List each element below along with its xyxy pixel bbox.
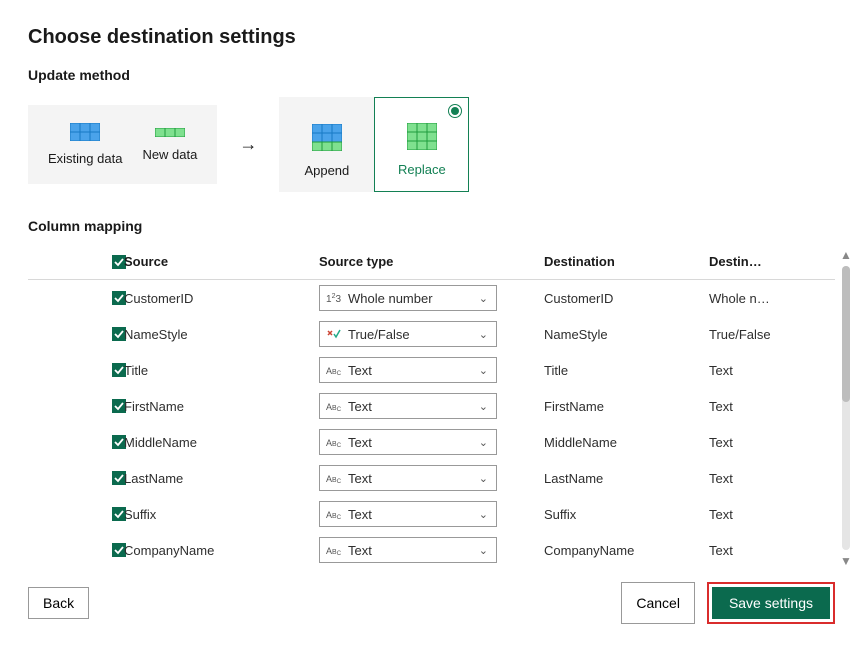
- row-green-icon: [155, 128, 185, 137]
- source-type-value: Text: [348, 471, 479, 486]
- chevron-down-icon: ⌄: [479, 508, 488, 521]
- svg-text:ABC: ABC: [326, 474, 342, 485]
- destination-type-cell: Text: [709, 507, 824, 522]
- destination-cell: Title: [544, 363, 709, 378]
- type-icon: ABC: [326, 435, 342, 449]
- arrow-right-icon: →: [239, 134, 257, 155]
- table-row: LastNameABCText⌄LastNameText: [28, 460, 835, 496]
- chevron-down-icon: ⌄: [479, 544, 488, 557]
- destination-type-cell: Text: [709, 435, 824, 450]
- table-row: NameStyleTrue/False⌄NameStyleTrue/False: [28, 316, 835, 352]
- chevron-down-icon: ⌄: [479, 400, 488, 413]
- source-type-value: Text: [348, 507, 479, 522]
- source-type-value: Text: [348, 435, 479, 450]
- destination-cell: CompanyName: [544, 543, 709, 558]
- highlight-box: Save settings: [707, 582, 835, 624]
- chevron-down-icon: ⌄: [479, 436, 488, 449]
- source-type-select[interactable]: ABC Text⌄: [319, 393, 497, 419]
- type-icon: ABC: [326, 543, 342, 557]
- destination-cell: Suffix: [544, 507, 709, 522]
- source-cell: LastName: [124, 471, 319, 486]
- source-type-select[interactable]: ABC Text⌄: [319, 357, 497, 383]
- source-type-select[interactable]: ABC Text⌄: [319, 465, 497, 491]
- existing-data-label: Existing data: [48, 151, 122, 166]
- table-blue-icon: [70, 123, 100, 141]
- chevron-down-icon: ⌄: [479, 472, 488, 485]
- svg-text:ABC: ABC: [326, 510, 342, 521]
- table-row: CompanyNameABCText⌄CompanyNameText: [28, 532, 835, 568]
- destination-type-cell: Text: [709, 471, 824, 486]
- destination-type-cell: Whole n…: [709, 291, 824, 306]
- scroll-down-icon[interactable]: ▼: [840, 554, 852, 568]
- svg-text:123: 123: [326, 293, 341, 305]
- svg-text:ABC: ABC: [326, 438, 342, 449]
- table-row: MiddleNameABCText⌄MiddleNameText: [28, 424, 835, 460]
- new-data-label: New data: [142, 147, 197, 162]
- col-source[interactable]: Source: [124, 254, 319, 269]
- source-cell: FirstName: [124, 399, 319, 414]
- destination-cell: FirstName: [544, 399, 709, 414]
- source-type-select[interactable]: ABC Text⌄: [319, 429, 497, 455]
- table-replace-icon: [407, 123, 437, 150]
- source-type-value: True/False: [348, 327, 479, 342]
- source-type-value: Whole number: [348, 291, 479, 306]
- type-icon: ABC: [326, 507, 342, 521]
- append-option[interactable]: Append: [279, 97, 374, 192]
- back-button[interactable]: Back: [28, 587, 89, 619]
- table-row: TitleABCText⌄TitleText: [28, 352, 835, 388]
- type-icon: 123: [326, 291, 342, 305]
- data-diagram: Existing data New data: [28, 105, 217, 184]
- type-icon: ABC: [326, 363, 342, 377]
- source-cell: CustomerID: [124, 291, 319, 306]
- svg-text:ABC: ABC: [326, 366, 342, 377]
- radio-selected-icon: [448, 104, 462, 118]
- page-title: Choose destination settings: [28, 26, 835, 49]
- column-mapping-table: Source Source type Destination Destin… C…: [28, 248, 835, 568]
- save-settings-button[interactable]: Save settings: [712, 587, 830, 619]
- source-type-select[interactable]: True/False⌄: [319, 321, 497, 347]
- cancel-button[interactable]: Cancel: [621, 582, 695, 624]
- source-cell: Title: [124, 363, 319, 378]
- destination-type-cell: Text: [709, 399, 824, 414]
- replace-label: Replace: [398, 162, 446, 177]
- source-cell: NameStyle: [124, 327, 319, 342]
- section-update-method: Update method: [28, 67, 835, 83]
- source-type-value: Text: [348, 363, 479, 378]
- destination-cell: NameStyle: [544, 327, 709, 342]
- col-source-type[interactable]: Source type: [319, 254, 544, 269]
- table-row: CustomerID123Whole number⌄CustomerIDWhol…: [28, 280, 835, 316]
- destination-cell: MiddleName: [544, 435, 709, 450]
- append-label: Append: [304, 163, 349, 178]
- section-column-mapping: Column mapping: [28, 218, 835, 234]
- col-destination[interactable]: Destination: [544, 254, 709, 269]
- destination-type-cell: True/False: [709, 327, 824, 342]
- destination-type-cell: Text: [709, 543, 824, 558]
- source-type-value: Text: [348, 399, 479, 414]
- table-row: FirstNameABCText⌄FirstNameText: [28, 388, 835, 424]
- table-append-icon: [312, 124, 342, 151]
- source-cell: CompanyName: [124, 543, 319, 558]
- source-type-select[interactable]: ABC Text⌄: [319, 501, 497, 527]
- col-destination-type[interactable]: Destin…: [709, 254, 824, 269]
- type-icon: [326, 327, 342, 341]
- svg-text:ABC: ABC: [326, 546, 342, 557]
- chevron-down-icon: ⌄: [479, 328, 488, 341]
- scroll-up-icon[interactable]: ▲: [840, 248, 852, 262]
- table-row: SuffixABCText⌄SuffixText: [28, 496, 835, 532]
- source-type-select[interactable]: ABC Text⌄: [319, 537, 497, 563]
- type-icon: ABC: [326, 399, 342, 413]
- chevron-down-icon: ⌄: [479, 364, 488, 377]
- destination-cell: CustomerID: [544, 291, 709, 306]
- chevron-down-icon: ⌄: [479, 292, 488, 305]
- source-type-value: Text: [348, 543, 479, 558]
- svg-text:ABC: ABC: [326, 402, 342, 413]
- source-cell: Suffix: [124, 507, 319, 522]
- source-cell: MiddleName: [124, 435, 319, 450]
- scrollbar[interactable]: ▲ ▼: [839, 248, 853, 568]
- destination-cell: LastName: [544, 471, 709, 486]
- source-type-select[interactable]: 123 Whole number⌄: [319, 285, 497, 311]
- type-icon: ABC: [326, 471, 342, 485]
- destination-type-cell: Text: [709, 363, 824, 378]
- replace-option[interactable]: Replace: [374, 97, 469, 192]
